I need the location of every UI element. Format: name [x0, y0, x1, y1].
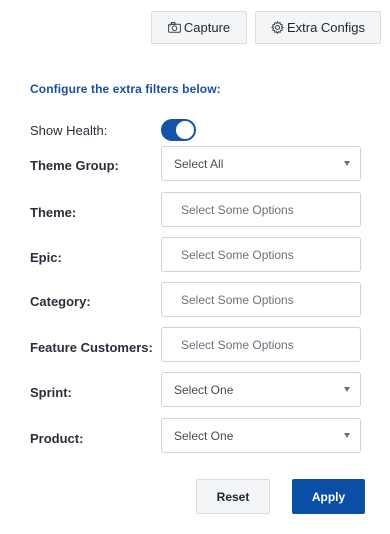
camera-icon — [167, 22, 181, 33]
gear-icon — [270, 21, 284, 34]
sprint-label: Sprint: — [30, 385, 72, 400]
toggle-knob — [176, 121, 194, 139]
show-health-toggle[interactable] — [161, 119, 196, 141]
capture-label: Capture — [183, 20, 231, 35]
epic-placeholder: Select Some Options — [181, 247, 294, 262]
theme-placeholder: Select Some Options — [181, 202, 294, 217]
feature-customers-label: Feature Customers: — [30, 340, 153, 355]
feature-customers-multiselect[interactable]: Select Some Options — [161, 327, 361, 362]
product-label: Product: — [30, 431, 84, 446]
extra-configs-button[interactable]: Extra Configs — [255, 11, 381, 44]
category-placeholder: Select Some Options — [181, 292, 294, 307]
reset-button[interactable]: Reset — [196, 479, 270, 514]
theme-group-label: Theme Group: — [30, 158, 119, 173]
epic-label: Epic: — [30, 250, 62, 265]
apply-button[interactable]: Apply — [292, 479, 365, 514]
feature-customers-placeholder: Select Some Options — [181, 337, 294, 352]
theme-group-select[interactable]: Select All — [161, 146, 361, 181]
theme-group-value: Select All — [174, 156, 224, 171]
caret-down-icon — [344, 433, 350, 438]
theme-multiselect[interactable]: Select Some Options — [161, 192, 361, 227]
show-health-label: Show Health: — [30, 123, 108, 138]
sprint-value: Select One — [174, 382, 234, 397]
theme-label: Theme: — [30, 205, 77, 220]
caret-down-icon — [344, 387, 350, 392]
caret-down-icon — [344, 161, 350, 166]
extra-configs-label: Extra Configs — [286, 20, 366, 35]
category-label: Category: — [30, 294, 91, 309]
category-multiselect[interactable]: Select Some Options — [161, 282, 361, 317]
section-title: Configure the extra filters below: — [30, 82, 221, 96]
capture-button[interactable]: Capture — [151, 11, 247, 44]
product-value: Select One — [174, 428, 234, 443]
epic-multiselect[interactable]: Select Some Options — [161, 237, 361, 272]
sprint-select[interactable]: Select One — [161, 372, 361, 407]
product-select[interactable]: Select One — [161, 418, 361, 453]
